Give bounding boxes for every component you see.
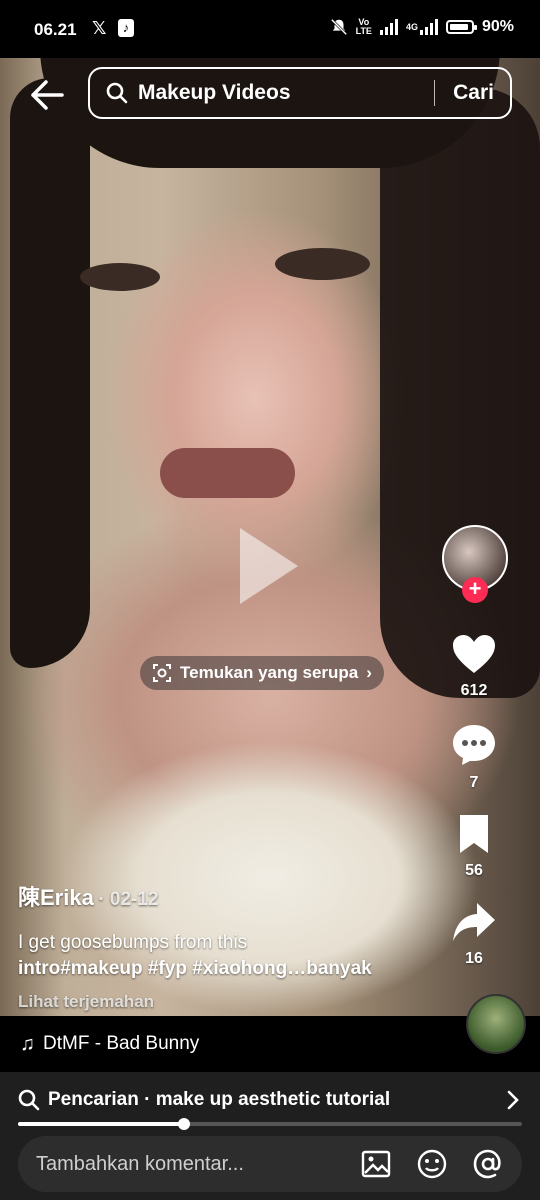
save-button[interactable]: 56 [442, 813, 506, 880]
caption-line-1: I get goosebumps from this [18, 932, 248, 953]
status-icons: Vo LTE 4G 90% [330, 18, 514, 36]
lips [160, 448, 295, 498]
emoji-icon [417, 1149, 447, 1179]
search-submit-button[interactable]: Cari [435, 81, 510, 105]
share-icon [453, 903, 495, 941]
volte-indicator: Vo LTE [355, 17, 372, 36]
find-similar-label: Temukan yang serupa [180, 663, 359, 682]
battery-percent: 90% [481, 18, 514, 35]
scan-icon [153, 664, 171, 682]
like-count: 612 [460, 682, 488, 699]
share-button[interactable]: 16 [442, 901, 506, 968]
music-bar[interactable]: ♫ DtMF - Bad Bunny [0, 1016, 540, 1072]
comment-placeholder: Tambahkan komentar... [36, 1152, 244, 1175]
comment-count: 7 [469, 774, 479, 791]
music-disc[interactable] [466, 994, 526, 1054]
post-date: · 02-12 [98, 889, 159, 910]
caption-text[interactable]: I get goosebumps from this intro#makeup … [18, 930, 448, 982]
bookmark-icon [460, 815, 488, 853]
caption-hashtags[interactable]: intro#makeup #fyp #xiaohong… [18, 958, 306, 979]
video-caption: 陳Erika · 02-12 I get goosebumps from thi… [18, 880, 448, 1012]
find-similar-button[interactable]: Temukan yang serupa › [140, 656, 384, 690]
follow-plus-button[interactable]: + [462, 577, 488, 603]
at-icon [473, 1149, 501, 1179]
search-suggestion-bar[interactable]: Pencarian · make up aesthetic tutorial [0, 1072, 540, 1128]
back-button[interactable] [24, 78, 68, 112]
comment-icon [453, 725, 495, 765]
play-icon[interactable] [240, 528, 298, 604]
music-title[interactable]: DtMF - Bad Bunny [43, 1033, 199, 1055]
comment-button[interactable]: 7 [442, 723, 506, 792]
signal-icon [379, 19, 398, 35]
left-eye [80, 263, 160, 291]
chevron-right-icon [507, 1090, 519, 1110]
signal-icon-2 [419, 19, 438, 35]
image-button[interactable] [360, 1148, 392, 1180]
emoji-button[interactable] [416, 1148, 448, 1180]
mention-button[interactable] [472, 1148, 504, 1180]
search-icon [18, 1089, 40, 1111]
save-count: 56 [465, 862, 483, 879]
comment-input[interactable]: Tambahkan komentar... [18, 1136, 522, 1192]
like-button[interactable]: 612 [442, 633, 506, 700]
author-name[interactable]: 陳Erika [18, 885, 94, 910]
image-icon [361, 1150, 391, 1178]
battery-icon [445, 20, 477, 34]
search-query[interactable]: Makeup Videos [138, 81, 434, 105]
network-type: 4G [405, 22, 418, 32]
right-eye [275, 248, 370, 280]
chevron-right-icon: › [366, 663, 372, 682]
search-suggestion-text: Pencarian · make up aesthetic tutorial [48, 1089, 391, 1110]
caption-more-link[interactable]: banyak [306, 958, 371, 979]
mute-bell-icon [330, 18, 347, 36]
search-bar[interactable]: Makeup Videos Cari [88, 67, 512, 119]
music-note-icon: ♫ [20, 1032, 35, 1055]
share-count: 16 [465, 950, 483, 967]
x-app-icon: 𝕏 [92, 18, 107, 38]
comment-bar: Tambahkan komentar... [0, 1128, 540, 1200]
status-bar: 06.21 𝕏 ♪ Vo LTE 4G 90% [0, 0, 540, 58]
search-icon [106, 82, 128, 104]
status-time: 06.21 [34, 20, 77, 39]
tiktok-app-icon: ♪ [118, 19, 134, 37]
heart-icon [453, 635, 495, 673]
translate-link[interactable]: Lihat terjemahan [18, 992, 448, 1012]
progress-fill [18, 1122, 185, 1126]
video-progress-bar[interactable] [18, 1118, 522, 1130]
